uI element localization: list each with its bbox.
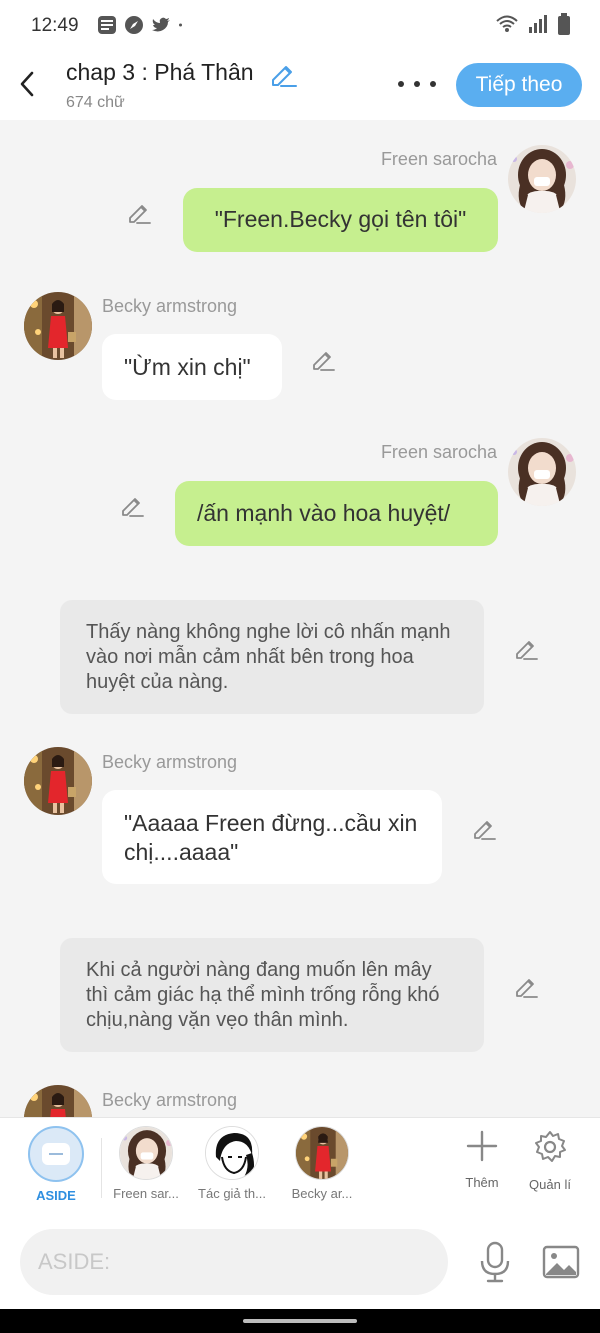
- chevron-left-icon: [20, 71, 34, 97]
- tab-label: Tác giả th...: [198, 1186, 266, 1201]
- battery-icon: [558, 13, 570, 35]
- image-icon[interactable]: [542, 1245, 580, 1279]
- plus-icon: [466, 1130, 498, 1162]
- home-gesture-pill[interactable]: [243, 1319, 357, 1323]
- tab-character-freen[interactable]: Freen sar...: [106, 1126, 186, 1201]
- sender-name: Freen sarocha: [380, 149, 497, 169]
- status-notification-icons: [97, 15, 188, 35]
- character-tab-bar: ASIDE Freen sar... Tác giả th... Becky a…: [0, 1117, 600, 1219]
- message-bubble[interactable]: "Freen.Becky gọi tên tôi": [183, 188, 498, 252]
- avatar[interactable]: [24, 292, 92, 360]
- wifi-icon: [496, 15, 518, 32]
- tab-character-becky[interactable]: Becky ar...: [282, 1126, 362, 1201]
- status-time: 12:49: [31, 15, 79, 36]
- chat-area[interactable]: Freen sarocha "Freen.Becky gọi tên tôi" …: [0, 120, 600, 1117]
- dot-icon: [179, 23, 182, 27]
- tab-character-author[interactable]: Tác giả th...: [192, 1126, 272, 1201]
- edit-pen-icon[interactable]: [126, 199, 152, 225]
- avatar[interactable]: [24, 747, 92, 815]
- tab-label: Becky ar...: [291, 1186, 353, 1201]
- tab-divider: [101, 1138, 102, 1198]
- tab-aside[interactable]: ASIDE: [16, 1126, 96, 1203]
- manage-button[interactable]: Quản lí: [520, 1130, 580, 1192]
- sender-name: Becky armstrong: [102, 1090, 238, 1110]
- next-button[interactable]: Tiếp theo: [456, 63, 582, 107]
- chapter-title: chap 3 : Phá Thân: [66, 59, 254, 85]
- aside-input[interactable]: [20, 1229, 448, 1295]
- edit-pen-icon[interactable]: [119, 492, 145, 518]
- manage-label: Quản lí: [529, 1177, 571, 1192]
- microphone-icon[interactable]: [478, 1241, 512, 1283]
- edit-pen-icon[interactable]: [513, 973, 539, 999]
- tab-label: Freen sar...: [113, 1186, 179, 1201]
- twitter-icon: [152, 17, 170, 32]
- sender-name: Freen sarocha: [380, 442, 497, 462]
- avatar: [295, 1126, 349, 1180]
- message-bubble[interactable]: "Aaaaa Freen đừng...cầu xin chị....aaaa": [102, 790, 442, 884]
- system-navigation-bar: [0, 1309, 600, 1333]
- avatar: [119, 1126, 173, 1180]
- avatar: [205, 1126, 259, 1180]
- sender-name: Becky armstrong: [102, 296, 238, 316]
- back-button[interactable]: [12, 66, 42, 102]
- message-bubble[interactable]: "Ừm xin chị": [102, 334, 282, 400]
- signal-icon: [529, 15, 547, 33]
- sender-name: Becky armstrong: [102, 752, 238, 772]
- composer: [0, 1219, 600, 1309]
- status-bar: 12:49: [0, 0, 600, 50]
- avatar[interactable]: [24, 1085, 92, 1117]
- aside-icon: [28, 1126, 84, 1182]
- gear-icon: [535, 1131, 566, 1162]
- edit-pen-icon[interactable]: [513, 635, 539, 661]
- avatar[interactable]: [508, 145, 576, 213]
- add-label: Thêm: [465, 1175, 499, 1190]
- more-options-button[interactable]: [398, 72, 436, 96]
- message-bubble[interactable]: /ấn mạnh vào hoa huyệt/: [175, 481, 498, 546]
- edit-title-icon[interactable]: [269, 60, 297, 88]
- narration-bubble[interactable]: Thấy nàng không nghe lời cô nhấn mạnh và…: [60, 600, 484, 714]
- news-app-icon: [98, 16, 116, 34]
- narration-bubble[interactable]: Khi cả người nàng đang muốn lên mây thì …: [60, 938, 484, 1052]
- editor-header: chap 3 : Phá Thân 674 chữ Tiếp theo: [0, 50, 600, 120]
- avatar[interactable]: [508, 438, 576, 506]
- edit-pen-icon[interactable]: [310, 346, 336, 372]
- word-count: 674 chữ: [66, 94, 125, 111]
- tab-label: ASIDE: [36, 1188, 76, 1203]
- add-character-button[interactable]: Thêm: [452, 1130, 512, 1190]
- edit-pen-icon[interactable]: [471, 815, 497, 841]
- compass-icon: [125, 16, 143, 34]
- status-system-icons: [496, 13, 570, 35]
